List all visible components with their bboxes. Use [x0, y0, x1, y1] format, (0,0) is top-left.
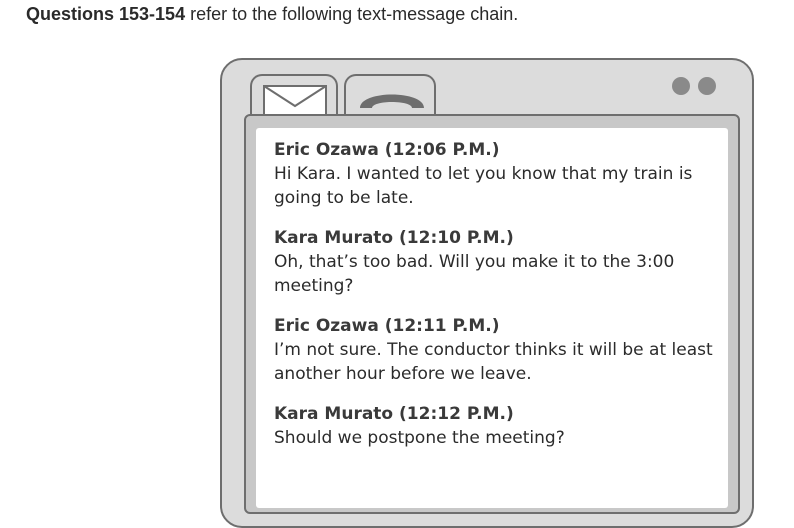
message-text: Should we postpone the meeting?: [274, 428, 565, 448]
message-list: Eric Ozawa (12:06 P.M.) Hi Kara. I wante…: [274, 138, 714, 466]
message-text: Hi Kara. I wanted to let you know that m…: [274, 164, 693, 208]
question-instructions: Questions 153-154 refer to the following…: [26, 4, 518, 25]
tab-phone[interactable]: [344, 74, 436, 118]
message-sender: Kara Murato (12:10 P.M.): [274, 228, 514, 248]
message-sender: Eric Ozawa (12:11 P.M.): [274, 316, 500, 336]
message: Eric Ozawa (12:06 P.M.) Hi Kara. I wante…: [274, 138, 714, 210]
instructions-text: refer to the following text-message chai…: [185, 4, 519, 24]
message: Kara Murato (12:12 P.M.) Should we postp…: [274, 402, 714, 450]
window-indicator-dots: [672, 77, 724, 97]
message-sender: Eric Ozawa (12:06 P.M.): [274, 140, 500, 160]
message-text: Oh, that’s too bad. Will you make it to …: [274, 252, 675, 296]
question-numbers: Questions 153-154: [26, 4, 186, 24]
indicator-dot: [672, 77, 690, 95]
message: Kara Murato (12:10 P.M.) Oh, that’s too …: [274, 226, 714, 298]
message-text: I’m not sure. The conductor thinks it wi…: [274, 340, 713, 384]
tab-mail[interactable]: [250, 74, 338, 119]
indicator-dot: [698, 77, 716, 95]
message: Eric Ozawa (12:11 P.M.) I’m not sure. Th…: [274, 314, 714, 386]
message-sender: Kara Murato (12:12 P.M.): [274, 404, 514, 424]
